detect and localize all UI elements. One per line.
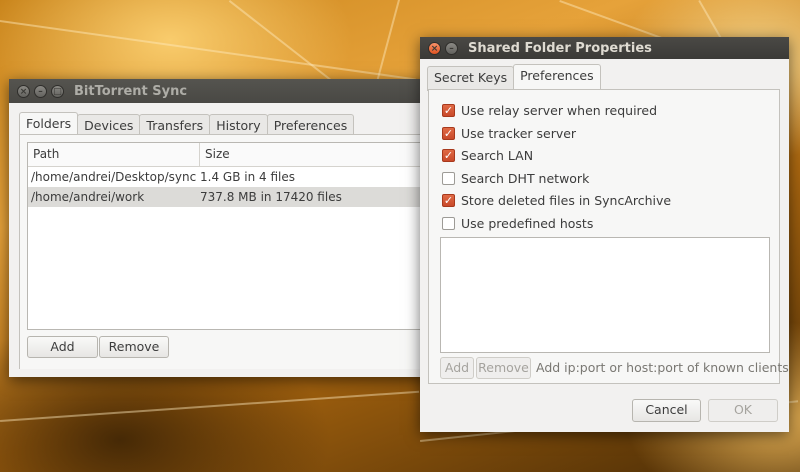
search-lan-checkbox[interactable]: ✓ xyxy=(442,148,455,162)
search-lan-label: Search LAN xyxy=(461,147,534,163)
add-folder-button[interactable]: Add xyxy=(27,336,98,358)
table-row[interactable]: /home/andrei/Desktop/sync 1.4 GB in 4 fi… xyxy=(28,167,438,187)
main-window: × – □ BitTorrent Sync Folders Devices Tr… xyxy=(9,79,439,377)
relay-server-checkbox[interactable]: ✓ xyxy=(442,103,455,117)
dialog-tabs: Secret Keys Preferences xyxy=(427,64,601,91)
row-path: /home/andrei/work xyxy=(31,190,145,204)
window-title: BitTorrent Sync xyxy=(74,83,188,99)
remove-host-button[interactable]: Remove xyxy=(476,357,531,379)
dialog-title: Shared Folder Properties xyxy=(468,40,652,56)
minimize-icon[interactable]: – xyxy=(445,41,458,55)
hosts-list[interactable] xyxy=(440,237,770,353)
cancel-button[interactable]: Cancel xyxy=(632,399,701,422)
option-predefined-hosts[interactable]: Use predefined hosts xyxy=(442,214,593,232)
search-dht-checkbox[interactable] xyxy=(442,171,455,185)
row-path: /home/andrei/Desktop/sync xyxy=(31,170,197,184)
relay-server-label: Use relay server when required xyxy=(461,102,658,118)
folders-table: Path Size /home/andrei/Desktop/sync 1.4 … xyxy=(27,142,439,330)
close-icon[interactable]: × xyxy=(428,41,441,55)
option-search-dht[interactable]: Search DHT network xyxy=(442,169,589,187)
predefined-hosts-checkbox[interactable] xyxy=(442,216,455,230)
option-tracker-server[interactable]: ✓ Use tracker server xyxy=(442,124,576,142)
add-host-button[interactable]: Add xyxy=(440,357,474,379)
sync-archive-label: Store deleted files in SyncArchive xyxy=(461,192,672,208)
search-dht-label: Search DHT network xyxy=(461,170,590,186)
row-size: 737.8 MB in 17420 files xyxy=(200,190,342,204)
tracker-server-label: Use tracker server xyxy=(461,125,577,141)
table-row[interactable]: /home/andrei/work 737.8 MB in 17420 file… xyxy=(28,187,438,207)
tab-secret-keys[interactable]: Secret Keys xyxy=(427,66,515,91)
minimize-icon[interactable]: – xyxy=(34,84,47,98)
sync-archive-checkbox[interactable]: ✓ xyxy=(442,193,455,207)
column-header-path[interactable]: Path xyxy=(28,143,200,166)
hosts-hint: Add ip:port or host:port of known client… xyxy=(536,360,789,375)
close-icon[interactable]: × xyxy=(17,84,30,98)
option-search-lan[interactable]: ✓ Search LAN xyxy=(442,146,533,164)
column-header-size[interactable]: Size xyxy=(200,143,230,166)
option-sync-archive[interactable]: ✓ Store deleted files in SyncArchive xyxy=(442,191,671,209)
dialog-titlebar[interactable]: × – Shared Folder Properties xyxy=(420,37,789,59)
table-header: Path Size xyxy=(28,143,438,167)
remove-folder-button[interactable]: Remove xyxy=(99,336,169,358)
main-titlebar[interactable]: × – □ BitTorrent Sync xyxy=(9,79,439,103)
predefined-hosts-label: Use predefined hosts xyxy=(461,215,594,231)
tab-preferences[interactable]: Preferences xyxy=(513,64,601,89)
ok-button[interactable]: OK xyxy=(708,399,778,422)
maximize-icon[interactable]: □ xyxy=(51,84,64,98)
tracker-server-checkbox[interactable]: ✓ xyxy=(442,126,455,140)
row-size: 1.4 GB in 4 files xyxy=(200,170,295,184)
option-relay-server[interactable]: ✓ Use relay server when required xyxy=(442,101,657,119)
